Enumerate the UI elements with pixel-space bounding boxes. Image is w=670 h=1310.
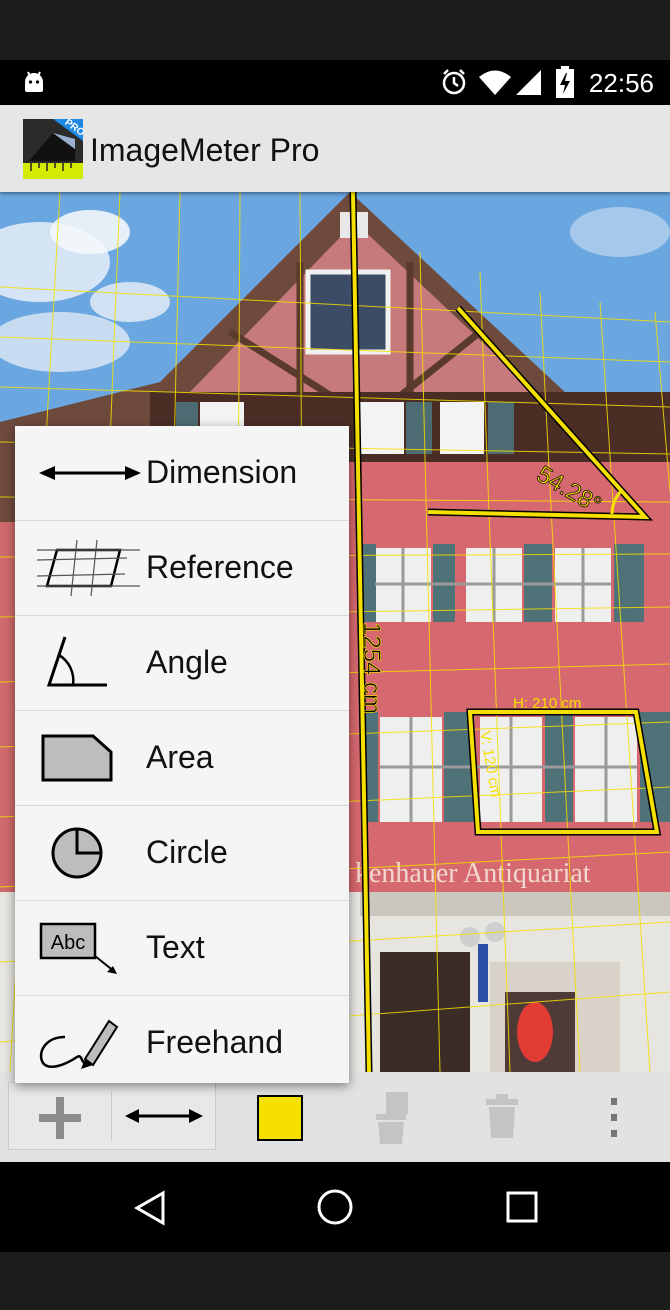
toolbar-separator — [111, 1091, 112, 1141]
color-swatch[interactable] — [257, 1095, 303, 1141]
menu-item-freehand[interactable]: Freehand — [15, 996, 349, 1090]
back-icon[interactable] — [133, 1190, 167, 1226]
menu-item-label: Angle — [146, 644, 228, 680]
circle-icon — [51, 827, 103, 879]
menu-item-dimension[interactable]: Dimension — [15, 426, 349, 521]
more-vert-icon[interactable] — [608, 1096, 620, 1138]
menu-item-label: Text — [146, 929, 205, 965]
navigation-bar — [0, 1162, 670, 1252]
menu-item-text[interactable]: Abc Text — [15, 901, 349, 996]
app-bar: ImageMeter Pro — [0, 105, 670, 192]
brush-icon[interactable] — [372, 1090, 412, 1146]
text-box-icon: Abc — [39, 922, 117, 974]
trash-icon[interactable] — [486, 1094, 518, 1138]
menu-item-angle[interactable]: Angle — [15, 616, 349, 711]
menu-item-label: Dimension — [146, 454, 298, 490]
menu-item-label: Area — [146, 739, 214, 775]
status-time: 22:56 — [588, 68, 654, 98]
dimension-label[interactable]: 1254 cm — [358, 622, 386, 715]
menu-item-label: Circle — [146, 834, 228, 870]
top-frame — [0, 0, 670, 60]
add-icon[interactable] — [37, 1095, 83, 1141]
angle-icon — [46, 636, 107, 687]
home-icon[interactable] — [316, 1188, 354, 1226]
status-bar: 22:56 — [0, 60, 670, 105]
area-polygon-icon — [41, 734, 113, 782]
dimension-arrow-icon — [39, 466, 141, 480]
add-element-group — [8, 1082, 216, 1150]
rect-width-label: H: 210 cm — [513, 695, 581, 712]
add-element-menu: Dimension Reference Angle Area Circle Ab… — [15, 426, 349, 1083]
alarm-icon — [442, 69, 466, 95]
menu-item-reference[interactable]: Reference — [15, 521, 349, 616]
app-title: ImageMeter Pro — [90, 132, 320, 168]
menu-item-label: Freehand — [146, 1024, 283, 1060]
recents-icon[interactable] — [505, 1190, 539, 1224]
text-icon-glyph: Abc — [51, 932, 85, 954]
signal-icon — [516, 70, 541, 95]
menu-item-circle[interactable]: Circle — [15, 806, 349, 901]
android-icon — [25, 71, 43, 92]
menu-item-label: Reference — [146, 549, 294, 585]
reference-grid-icon — [36, 539, 140, 597]
bottom-frame — [0, 1252, 670, 1310]
battery-charging-icon — [556, 66, 574, 98]
pencil-icon — [39, 1019, 119, 1069]
app-logo-icon: PRO — [23, 119, 83, 179]
wifi-icon — [479, 70, 511, 95]
menu-item-area[interactable]: Area — [15, 711, 349, 806]
dimension-arrow-icon[interactable] — [123, 1101, 205, 1131]
